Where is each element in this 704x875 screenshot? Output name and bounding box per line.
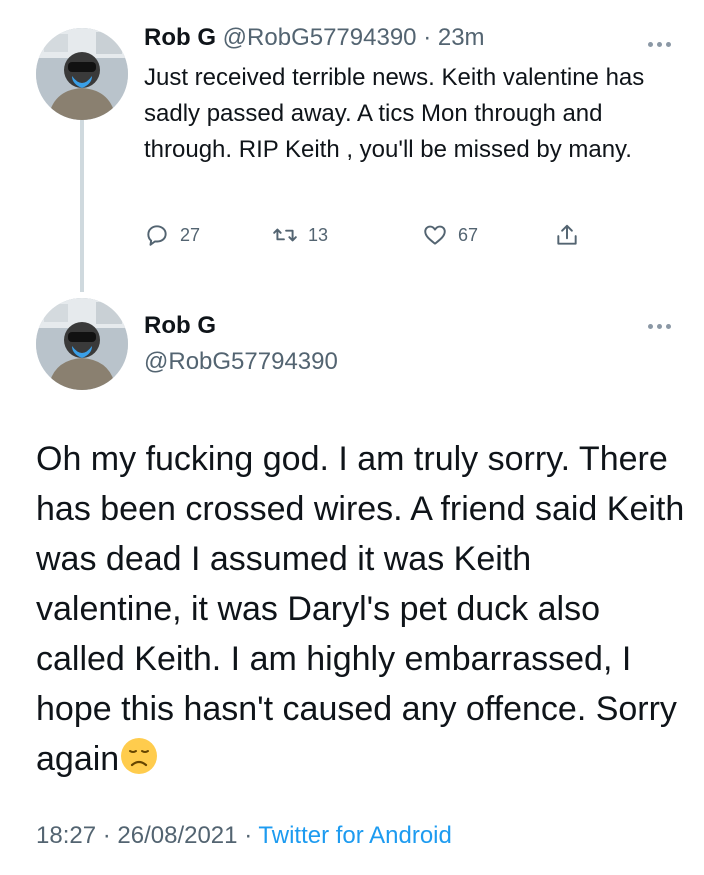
- tweet-timestamp[interactable]: 18:27 · 26/08/2021: [36, 822, 238, 849]
- author-name[interactable]: Rob G: [144, 24, 216, 51]
- author-name[interactable]: Rob G: [144, 312, 216, 340]
- avatar-photo: [36, 28, 128, 120]
- tweet-meta: 18:27 · 26/08/2021 · Twitter for Android: [36, 822, 452, 850]
- parent-tweet-actions: 27 13 67: [140, 222, 600, 252]
- main-tweet-avatar[interactable]: [36, 298, 128, 390]
- avatar-photo: [36, 298, 128, 390]
- separator-dot: ·: [423, 24, 432, 51]
- author-handle[interactable]: @RobG57794390: [223, 24, 417, 51]
- reply-count: 27: [180, 224, 201, 245]
- like-button[interactable]: 67: [422, 222, 478, 248]
- reply-button[interactable]: 27: [144, 222, 200, 248]
- retweet-button[interactable]: 13: [272, 222, 328, 248]
- heart-icon: [424, 225, 446, 245]
- share-icon: [557, 224, 577, 245]
- separator-dot: ·: [244, 822, 253, 849]
- disappointed-face-icon: [121, 738, 158, 774]
- main-more-options-icon[interactable]: [648, 320, 678, 332]
- retweet-count: 13: [308, 224, 329, 245]
- main-tweet-body: Oh my fucking god. I am truly sorry. The…: [36, 434, 686, 784]
- like-count: 67: [458, 224, 479, 245]
- thread-connector-line: [80, 120, 84, 292]
- retweet-icon: [273, 228, 297, 242]
- main-tweet-text: Oh my fucking god. I am truly sorry. The…: [36, 440, 685, 778]
- parent-tweet-header: Rob G @RobG57794390 · 23m: [144, 24, 485, 52]
- parent-tweet-avatar[interactable]: [36, 28, 128, 120]
- author-handle[interactable]: @RobG57794390: [144, 348, 338, 376]
- share-button[interactable]: [554, 222, 580, 248]
- parent-tweet-text: Just received terrible news. Keith valen…: [144, 64, 645, 163]
- parent-more-options-icon[interactable]: [648, 38, 678, 50]
- reply-icon: [147, 225, 167, 246]
- tweet-time[interactable]: 23m: [438, 24, 485, 51]
- tweet-source-link[interactable]: Twitter for Android: [258, 822, 451, 849]
